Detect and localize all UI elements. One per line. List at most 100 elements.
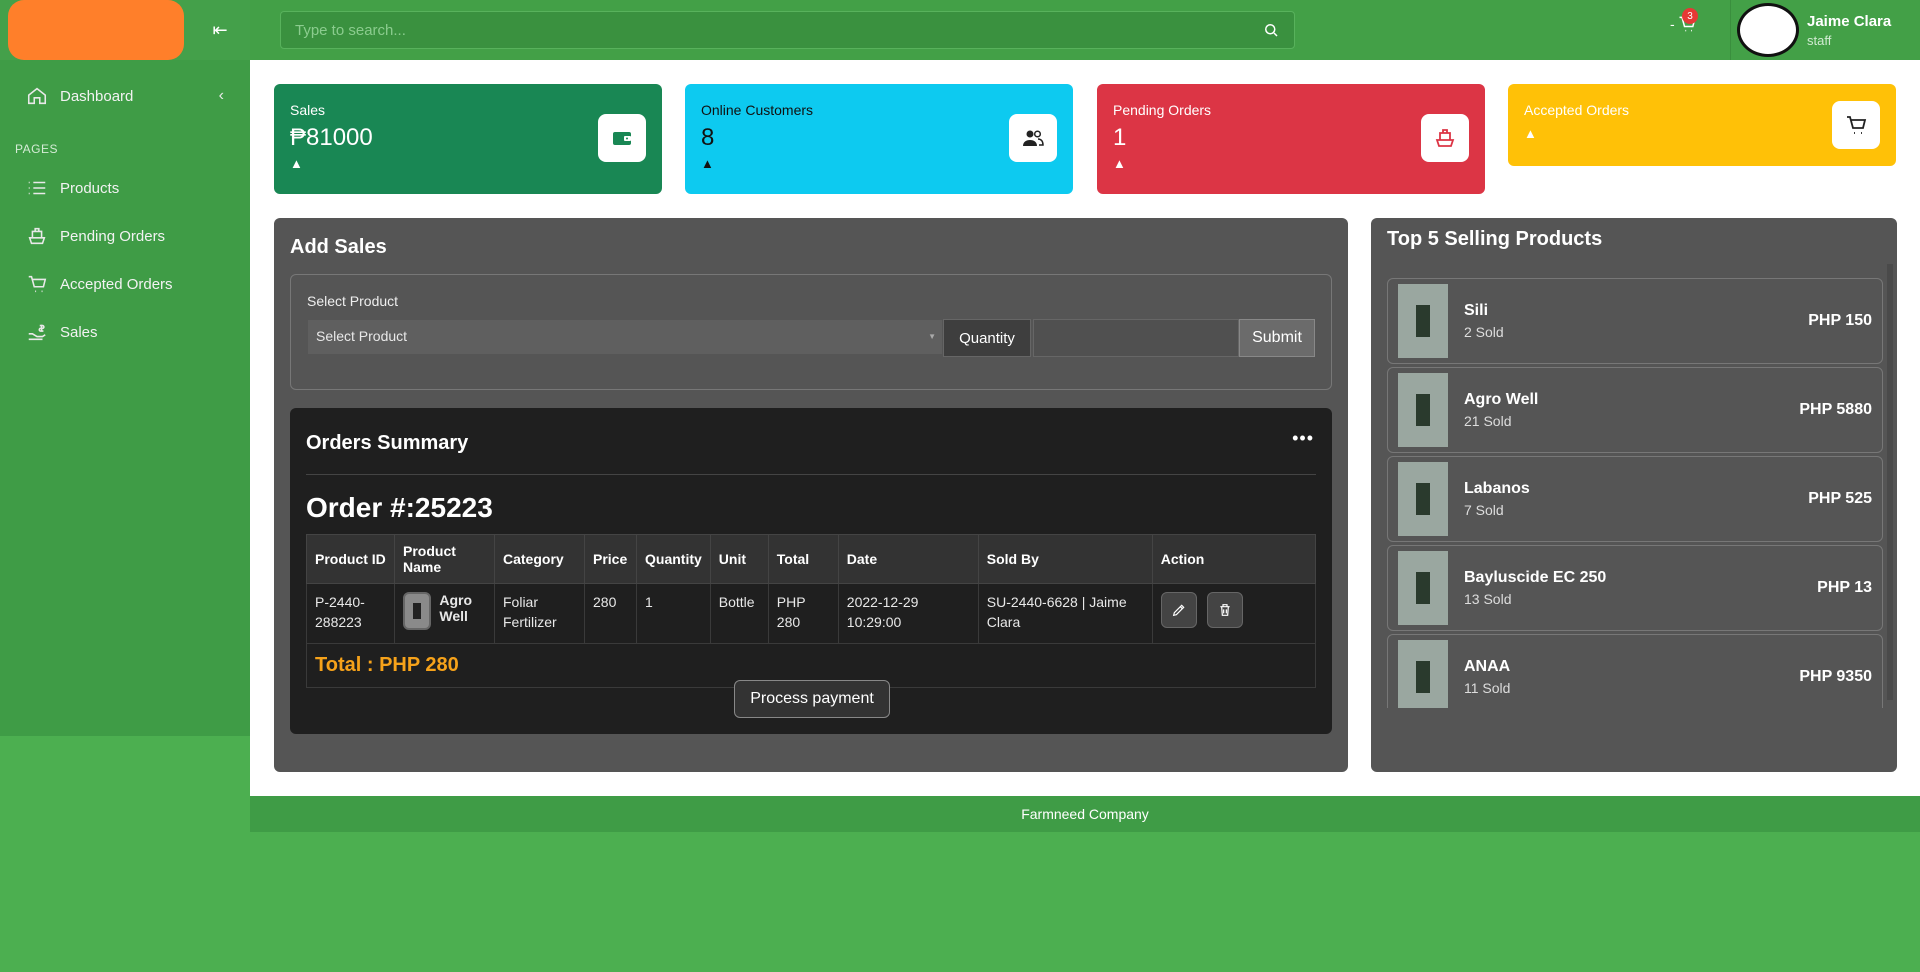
add-sales-panel: Add Sales Select Product Select Product … [274,218,1348,772]
product-id-cell: P-2440-288223 [306,583,395,644]
product-thumbnail [1398,462,1448,536]
column-header: Price [584,534,637,584]
sold-count: 21 Sold [1464,413,1512,429]
product-name-cell: Agro Well [394,583,495,644]
list-item[interactable]: Agro Well 21 Sold PHP 5880 [1387,367,1883,453]
category-cell: Foliar Fertilizer [494,583,585,644]
list-item[interactable]: ANAA 11 Sold PHP 9350 [1387,634,1883,708]
cart-button[interactable]: - 3 [1670,8,1698,34]
unit-cell: Bottle [709,583,769,644]
process-payment-button[interactable]: Process payment [734,680,890,718]
product-select-value: Select Product [316,328,408,344]
card-value: 8 [701,124,715,151]
chevron-down-icon: ▼ [928,332,936,341]
home-icon [26,85,48,107]
card-label: Online Customers [701,102,814,118]
sidebar-item-label: Products [60,179,120,197]
column-header: Quantity [636,534,711,584]
orders-summary-title: Orders Summary [306,432,469,454]
search-input[interactable] [295,21,1262,39]
trend-up-icon: ▲ [1113,156,1126,171]
pen-icon [1172,604,1185,617]
panel-title: Add Sales [290,236,387,258]
delete-button[interactable] [1206,592,1243,628]
sidebar-item-label: Sales [60,323,98,341]
ship-icon [26,225,48,247]
sold-count: 7 Sold [1464,502,1504,518]
cart-icon [26,273,48,295]
chevron-left-icon: ‹ [218,87,224,104]
users-icon [1009,114,1057,162]
more-options-icon[interactable]: ••• [1292,428,1314,449]
user-menu[interactable]: Jaime Clara staff [1730,0,1920,60]
price-cell: 280 [584,583,637,644]
card-value: ₱81000 [290,124,373,151]
list-icon [26,177,48,199]
card-label: Accepted Orders [1524,102,1630,118]
product-name: Sili [1464,302,1489,319]
panel-title: Top 5 Selling Products [1387,228,1603,250]
sold-by-cell: SU-2440-6628 | Jaime Clara [977,583,1153,644]
product-thumbnail [1398,640,1448,708]
trash-icon [1220,604,1230,616]
money-hand-icon [26,321,48,343]
avatar[interactable] [1737,3,1799,57]
quantity-input[interactable] [1033,319,1239,357]
cart-dash: - [1670,16,1675,32]
footer: Farmneed Company [250,796,1920,832]
product-select[interactable]: Select Product ▼ [307,319,943,355]
product-thumbnail [1398,284,1448,358]
edit-button[interactable] [1160,592,1197,628]
user-role: staff [1807,32,1832,48]
user-name: Jaime Clara [1807,12,1892,30]
accepted-orders-card[interactable]: Accepted Orders ▲ [1508,84,1896,166]
cart-count-badge: 3 [1682,8,1698,24]
card-label: Pending Orders [1113,102,1212,118]
order-total: Total : PHP 280 [315,654,459,676]
search-icon[interactable] [1262,21,1280,39]
quantity-label: Quantity [943,319,1031,357]
sales-card[interactable]: Sales ₱81000 ▲ [274,84,662,194]
sidebar-item-accepted-orders[interactable]: Accepted Orders [0,260,250,308]
select-product-form: Select Product Select Product ▼ Quantity… [290,274,1332,390]
product-price: PHP 13 [1817,579,1872,596]
product-price: PHP 9350 [1799,668,1872,685]
product-name: ANAA [1464,658,1511,675]
topbar: - 3 Jaime Clara staff [250,0,1920,60]
top-selling-list: Sili 2 Sold PHP 150 Agro Well 21 Sold PH… [1387,278,1883,708]
pending-orders-card[interactable]: Pending Orders 1 ▲ [1097,84,1485,194]
product-name: Agro Well [1464,391,1539,408]
sidebar-item-dashboard[interactable]: Dashboard ‹ [0,72,250,120]
column-header: Date [837,534,979,584]
column-header: Total [767,534,839,584]
cart-icon [1832,101,1880,149]
trend-up-icon: ▲ [1524,126,1537,141]
sidebar-item-sales[interactable]: Sales [0,308,250,356]
orders-summary: Orders Summary ••• Order #:25223 Product… [290,408,1332,734]
action-cell [1151,583,1317,644]
list-item[interactable]: Bayluscide EC 250 13 Sold PHP 13 [1387,545,1883,631]
search-bar[interactable] [280,11,1295,49]
product-name: Agro Well [439,592,473,624]
logo-area: ⇤ [0,0,250,60]
wallet-icon [598,114,646,162]
logo[interactable] [8,0,184,60]
collapse-sidebar-icon[interactable]: ⇤ [206,16,234,44]
submit-button[interactable]: Submit [1239,319,1315,357]
column-header: Action [1151,534,1317,584]
product-thumbnail [1398,551,1448,625]
sold-count: 2 Sold [1464,324,1504,340]
sidebar-item-products[interactable]: Products [0,164,250,212]
total-cell: PHP 280 [767,583,839,644]
list-item[interactable]: Sili 2 Sold PHP 150 [1387,278,1883,364]
column-header: Category [494,534,585,584]
sidebar-item-pending-orders[interactable]: Pending Orders [0,212,250,260]
trend-up-icon: ▲ [701,156,714,171]
sidebar-item-label: Accepted Orders [60,275,173,293]
order-number: Order #:25223 [306,492,493,523]
divider [306,474,1316,475]
scrollbar[interactable] [1887,264,1893,700]
online-customers-card[interactable]: Online Customers 8 ▲ [685,84,1073,194]
list-item[interactable]: Labanos 7 Sold PHP 525 [1387,456,1883,542]
product-price: PHP 525 [1808,490,1872,507]
